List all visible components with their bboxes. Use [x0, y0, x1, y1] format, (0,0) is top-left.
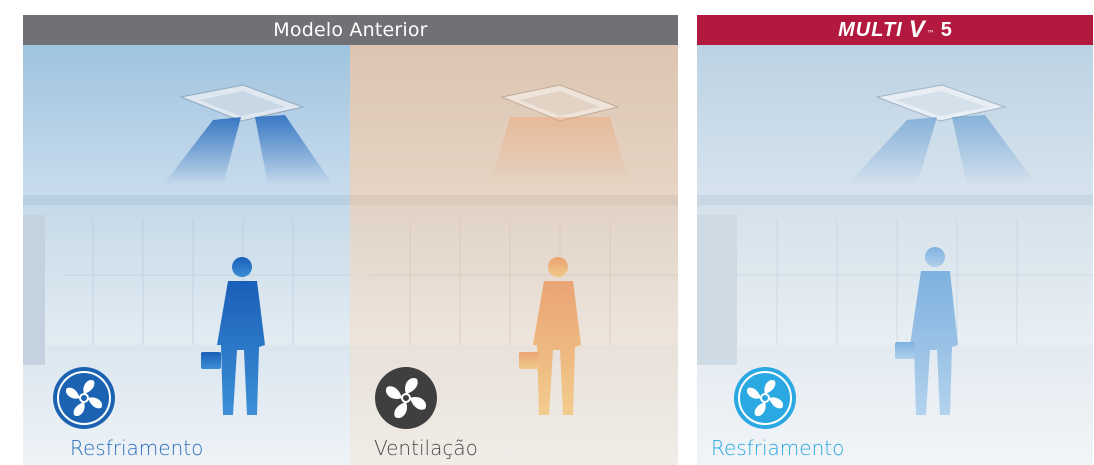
brand-number: 5 [940, 18, 952, 41]
cooling-fan-icon [53, 367, 115, 429]
brand-trademark: ™ [926, 29, 935, 38]
mode-label: Ventilação [374, 436, 478, 460]
header-previous-model: Modelo Anterior [23, 15, 678, 45]
cooling-fan-icon [734, 367, 796, 429]
mode-label: Resfriamento [711, 436, 845, 460]
scene-previous-ventilation: Ventilação [350, 45, 678, 465]
scene-multi-v5-cooling: Resfriamento [697, 45, 1093, 465]
fan-icon [375, 367, 437, 429]
brand-multi-text: MULTI [838, 18, 903, 41]
brand-v-text: V [908, 16, 925, 43]
header-multi-v5: MULTI V ™ 5 [697, 15, 1093, 45]
header-previous-model-label: Modelo Anterior [273, 19, 428, 41]
scene-previous-cooling: Resfriamento [23, 45, 350, 465]
mode-label: Resfriamento [70, 436, 204, 460]
